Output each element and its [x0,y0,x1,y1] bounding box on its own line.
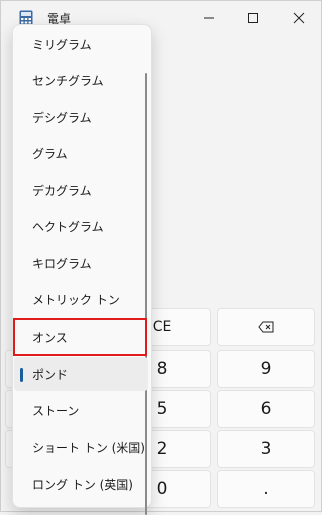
close-icon [293,12,305,24]
unit-option[interactable]: デカグラム [14,173,148,207]
close-button[interactable] [277,1,321,35]
unit-option[interactable]: ストーン [14,393,148,427]
unit-option[interactable]: メトリック トン [14,282,148,316]
backspace-button[interactable] [217,308,315,346]
unit-dropdown-list[interactable]: ミリグラム センチグラム デシグラム グラム デカグラム ヘクトグラム キログラ… [12,24,152,515]
unit-option[interactable]: ショート トン (米国) [14,430,148,464]
backspace-icon [258,321,274,333]
maximize-button[interactable] [231,1,275,35]
key-3[interactable]: 3 [217,430,315,468]
selection-indicator [20,368,23,382]
minimize-button[interactable] [187,1,231,35]
unit-option[interactable]: ヘクトグラム [14,209,148,243]
unit-option[interactable]: ロング トン (英国) [14,467,148,501]
minimize-icon [204,17,214,19]
unit-option[interactable]: デシグラム [14,100,148,134]
key-decimal[interactable]: . [217,470,315,508]
key-6[interactable]: 6 [217,390,315,428]
unit-option-label: ポンド [32,367,69,382]
unit-option[interactable]: グラム [14,136,148,170]
unit-option-ounce[interactable]: オンス [14,320,148,354]
maximize-icon [248,13,258,23]
unit-option[interactable]: キログラム [14,246,148,280]
unit-option-pound-selected[interactable]: ポンド [14,357,148,391]
unit-option[interactable]: センチグラム [14,63,148,97]
unit-option[interactable]: ミリグラム [14,27,148,61]
key-9[interactable]: 9 [217,350,315,388]
